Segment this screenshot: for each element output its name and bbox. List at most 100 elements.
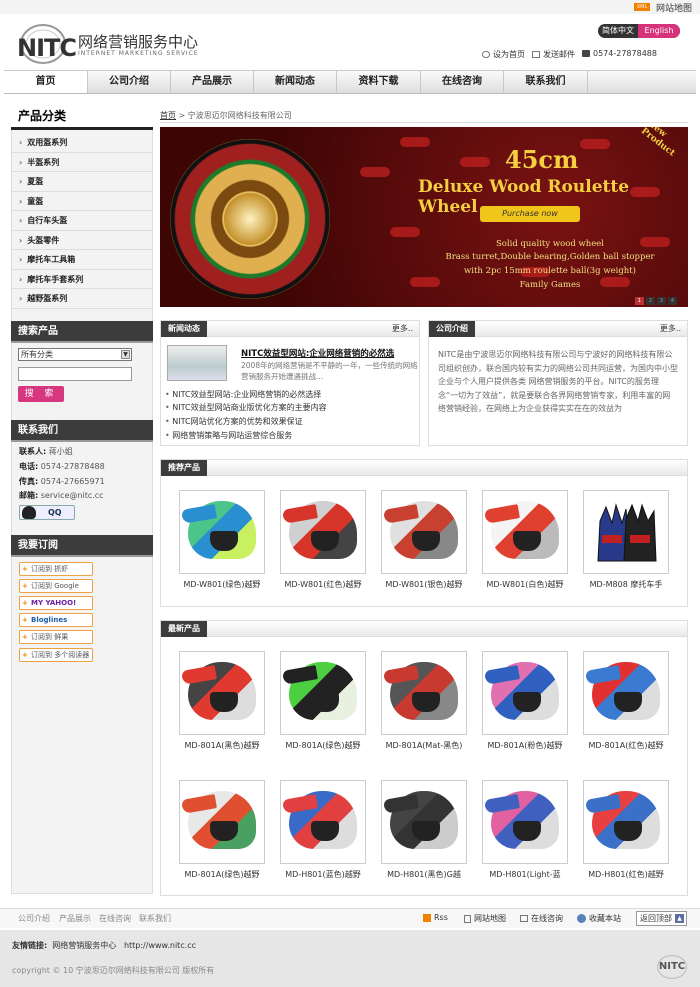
search-input[interactable] [18, 367, 132, 381]
product-card[interactable] [280, 651, 366, 735]
product-card[interactable] [482, 651, 568, 735]
product-name[interactable]: MD-801A(绿色)越野 [172, 869, 272, 880]
banner-dot[interactable]: 4 [668, 297, 677, 305]
product-name[interactable]: MD-H801(蓝色)越野 [273, 869, 373, 880]
contact-email[interactable]: 邮箱: service@nitc.cc [19, 490, 104, 501]
breadcrumb-separator: > [178, 111, 186, 120]
news-item[interactable]: 网络营销策略与网站运营综合服务 [165, 430, 292, 441]
xml-badge[interactable]: XML [634, 3, 650, 11]
product-name[interactable]: MD-W801(红色)越野 [273, 579, 373, 590]
product-name[interactable]: MD-M808 摩托车手 [576, 579, 676, 590]
nav-about[interactable]: 公司介绍 [88, 71, 171, 93]
footer-link-consult[interactable]: 在线咨询 [99, 913, 131, 924]
product-card[interactable] [179, 651, 265, 735]
nav-products[interactable]: 产品展示 [171, 71, 254, 93]
banner-dot[interactable]: 1 [635, 297, 644, 305]
set-home-link[interactable]: 设为首页 [482, 49, 525, 60]
hero-banner[interactable]: 45cm Deluxe Wood Roulette Wheel Purchase… [160, 127, 688, 307]
recommend-box-header: 推荐产品 [161, 460, 687, 476]
product-name[interactable]: MD-H801(Light-蓝 [475, 869, 575, 880]
product-card[interactable] [583, 780, 669, 864]
product-card[interactable] [482, 490, 568, 574]
category-item[interactable]: 半盔系列 [11, 153, 153, 172]
product-name[interactable]: MD-801A(绿色)越野 [273, 740, 373, 751]
nav-contact[interactable]: 联系我们 [504, 71, 588, 93]
news-tag: 新闻动态 [161, 321, 207, 337]
sitemap-link[interactable]: 网站地图 [656, 1, 692, 14]
purchase-now-ribbon[interactable]: Purchase now [480, 206, 580, 222]
feed-yahoo-button[interactable]: MY YAHOO! [19, 596, 93, 610]
product-name[interactable]: MD-W801(绿色)越野 [172, 579, 272, 590]
product-card[interactable] [381, 651, 467, 735]
product-name[interactable]: MD-H801(红色)越野 [576, 869, 676, 880]
nav-consult[interactable]: 在线咨询 [421, 71, 504, 93]
product-name[interactable]: MD-H801(黑色)G越 [374, 869, 474, 880]
news-item[interactable]: NITC网站优化方案的优势和效果保证 [165, 416, 302, 427]
product-name[interactable]: MD-801A(红色)越野 [576, 740, 676, 751]
breadcrumb-home[interactable]: 首页 [160, 111, 176, 120]
qq-penguin-icon [22, 506, 36, 519]
feed-xianguo-button[interactable]: 订阅到 鲜果 [19, 630, 93, 644]
product-card[interactable] [381, 490, 467, 574]
home-icon [482, 51, 490, 58]
top-bar [0, 0, 700, 14]
banner-dot[interactable]: 2 [646, 297, 655, 305]
nav-home[interactable]: 首页 [4, 71, 88, 93]
footer-link-products[interactable]: 产品展示 [59, 913, 91, 924]
feed-multi-button[interactable]: 订阅到 多个阅读器 [19, 648, 93, 662]
banner-dot[interactable]: 3 [657, 297, 666, 305]
sitemap-icon [464, 914, 471, 923]
nav-news[interactable]: 新闻动态 [254, 71, 337, 93]
news-item[interactable]: NITC效益型网站:企业网络营销的必然选择 [165, 389, 321, 400]
newspaper-thumbnail[interactable] [167, 345, 227, 381]
feed-google-button[interactable]: 订阅到 Google [19, 579, 93, 593]
lang-english-button[interactable]: English [638, 24, 680, 38]
helmet-image [282, 501, 357, 559]
news-more-link[interactable]: 更多.. [392, 321, 413, 337]
product-name[interactable]: MD-801A(黑色)越野 [172, 740, 272, 751]
category-item[interactable]: 自行车头盔 [11, 211, 153, 231]
product-name[interactable]: MD-801A(Mat-黑色) [374, 740, 474, 751]
footer-link-contact[interactable]: 联系我们 [139, 913, 171, 924]
category-item[interactable]: 越野盔系列 [11, 289, 153, 309]
friend-site-link[interactable]: 网络营销服务中心 [52, 941, 116, 950]
category-select[interactable]: 所有分类 ▼ [18, 348, 132, 361]
send-mail-link[interactable]: 发送邮件 [532, 49, 575, 60]
product-card[interactable] [583, 651, 669, 735]
product-card[interactable] [280, 490, 366, 574]
product-card[interactable] [179, 490, 265, 574]
product-card[interactable] [280, 780, 366, 864]
feed-bloglines-button[interactable]: Bloglines [19, 613, 93, 627]
logo[interactable]: NITC [17, 34, 77, 62]
helmet-image [585, 662, 660, 720]
friend-url-link[interactable]: http://www.nitc.cc [124, 941, 196, 950]
footer-sitemap-link[interactable]: 网站地图 [464, 913, 506, 924]
product-card[interactable] [381, 780, 467, 864]
lang-chinese-button[interactable]: 简体中文 [598, 24, 638, 38]
category-item[interactable]: 头盔零件 [11, 231, 153, 250]
product-card[interactable] [482, 780, 568, 864]
chat-icon [520, 915, 528, 922]
nav-downloads[interactable]: 资料下载 [337, 71, 421, 93]
category-item[interactable]: 双用盔系列 [11, 133, 153, 153]
category-item[interactable]: 夏盔 [11, 172, 153, 192]
footer-consult-link[interactable]: 在线咨询 [520, 913, 563, 924]
bookmark-link[interactable]: 收藏本站 [577, 913, 621, 924]
about-tag: 公司介绍 [429, 321, 475, 337]
news-item[interactable]: NITC效益型网站商业版优化方案的主要内容 [165, 402, 326, 413]
about-more-link[interactable]: 更多.. [660, 321, 681, 337]
footer-link-about[interactable]: 公司介绍 [18, 913, 50, 924]
product-name[interactable]: MD-801A(粉色)越野 [475, 740, 575, 751]
category-item[interactable]: 童盔 [11, 192, 153, 211]
news-headline[interactable]: NITC效益型网站:企业网络营销的必然选 [241, 347, 394, 359]
back-to-top-button[interactable]: 返回顶部 ▲ [636, 911, 687, 926]
product-name[interactable]: MD-W801(银色)越野 [374, 579, 474, 590]
product-card[interactable] [179, 780, 265, 864]
category-item[interactable]: 摩托车工具箱 [11, 250, 153, 270]
search-button[interactable]: 搜 索 [18, 386, 64, 402]
category-item[interactable]: 摩托车手套系列 [11, 270, 153, 289]
product-name[interactable]: MD-W801(白色)越野 [475, 579, 575, 590]
product-card[interactable] [583, 490, 669, 574]
rss-link[interactable]: Rss [423, 913, 448, 922]
feed-zhuaxia-button[interactable]: 订阅到 抓虾 [19, 562, 93, 576]
